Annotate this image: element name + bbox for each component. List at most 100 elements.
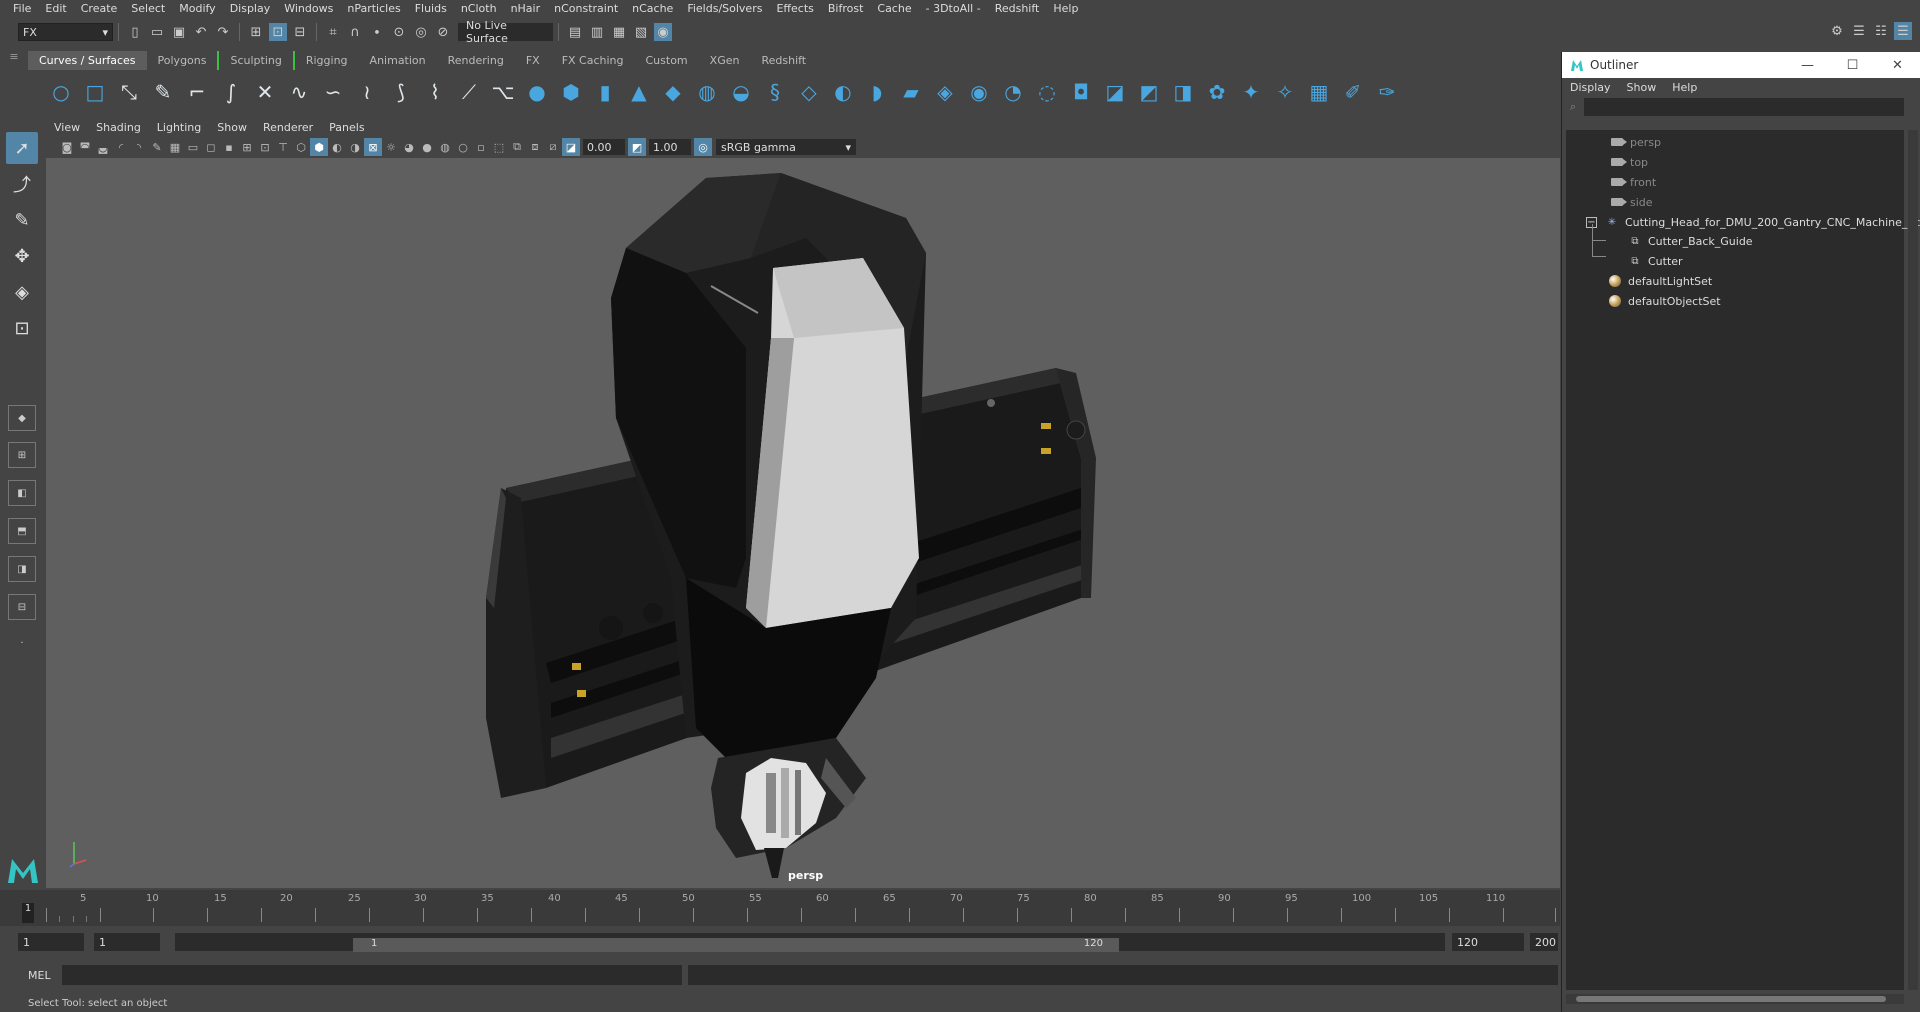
menu-fields-solvers[interactable]: Fields/Solvers [680, 2, 769, 15]
menu-3dtoall[interactable]: - 3DtoAll - [919, 2, 988, 15]
maximize-icon[interactable]: ☐ [1830, 58, 1875, 73]
snap-curve-icon[interactable]: ∩ [346, 23, 364, 41]
detach-curves-icon[interactable]: ∽ [316, 75, 350, 109]
pencil-curve-icon[interactable]: ✎ [146, 75, 180, 109]
channel-box-icon[interactable]: ☰ [1894, 22, 1912, 40]
menu-ncache[interactable]: nCache [625, 2, 680, 15]
gamma-field[interactable]: 1.00 [649, 139, 691, 155]
menu-nconstraint[interactable]: nConstraint [547, 2, 625, 15]
new-scene-icon[interactable]: ▯ [126, 23, 144, 41]
nurbs-cone-icon[interactable]: ▲ [622, 75, 656, 109]
tree-item-side[interactable]: side [1610, 192, 1653, 212]
shelf-tab-custom[interactable]: Custom [635, 51, 699, 70]
snap-view-icon[interactable]: ⊙ [390, 23, 408, 41]
birail-icon[interactable]: ◗ [860, 75, 894, 109]
backface-culling-icon[interactable]: ⧄ [544, 138, 562, 156]
bend-curve-icon[interactable]: ⟋ [452, 75, 486, 109]
select-camera-icon[interactable]: ◙ [58, 138, 76, 156]
paint-select-tool-icon[interactable]: ✎ [6, 204, 38, 236]
menu-bifrost[interactable]: Bifrost [821, 2, 871, 15]
gate-mask-icon[interactable]: ▪ [220, 138, 238, 156]
lasso-curve-icon[interactable]: ⌥ [486, 75, 520, 109]
curve-intersect-icon[interactable]: ✕ [248, 75, 282, 109]
shelf-tab-animation[interactable]: Animation [359, 51, 437, 70]
lasso-tool-icon[interactable]: ⤴ [6, 168, 38, 200]
hypershade-layout-icon[interactable]: ◨ [8, 556, 36, 582]
nurbs-cylinder-icon[interactable]: ▮ [588, 75, 622, 109]
anti-aliasing-icon[interactable]: ○ [454, 138, 472, 156]
loft-icon[interactable]: § [758, 75, 792, 109]
four-view-layout-icon[interactable]: ⊞ [8, 442, 36, 468]
save-scene-icon[interactable]: ▣ [170, 23, 188, 41]
insert-isoparm-icon[interactable]: ✦ [1234, 75, 1268, 109]
menu-nparticles[interactable]: nParticles [340, 2, 407, 15]
more-layouts-icon[interactable]: · [8, 630, 36, 656]
shelf-tab-fx[interactable]: FX [515, 51, 551, 70]
color-management-icon[interactable]: ◎ [694, 138, 712, 156]
xray-active-components-icon[interactable]: ⧈ [526, 138, 544, 156]
untrim-icon[interactable]: ◪ [1098, 75, 1132, 109]
shelf-tab-rigging[interactable]: Rigging [292, 51, 359, 70]
viewport-menu-renderer[interactable]: Renderer [255, 121, 321, 134]
field-chart-icon[interactable]: ⊞ [238, 138, 256, 156]
extend-surface-icon[interactable]: ✧ [1268, 75, 1302, 109]
camera-attributes-icon[interactable]: ◚ [76, 138, 94, 156]
redo-icon[interactable]: ↷ [214, 23, 232, 41]
textured-icon[interactable]: ◑ [346, 138, 364, 156]
2d-pan-zoom-icon[interactable]: ◝ [130, 138, 148, 156]
isolate-select-icon[interactable]: ⬚ [490, 138, 508, 156]
tree-item-default-light-set[interactable]: defaultLightSet [1608, 271, 1712, 291]
menu-ncloth[interactable]: nCloth [454, 2, 504, 15]
select-object-icon[interactable]: ⊡ [269, 23, 287, 41]
shelf-tab-sculpting[interactable]: Sculpting [217, 51, 292, 70]
all-lights-icon[interactable]: ☼ [382, 138, 400, 156]
shelf-menu-icon[interactable]: ≡ [0, 50, 28, 70]
live-surface-field[interactable]: No Live Surface [458, 19, 553, 45]
tree-item-persp[interactable]: persp [1610, 132, 1661, 152]
render-view-icon[interactable]: ▦ [610, 23, 628, 41]
trim-tool-icon[interactable]: ◘ [1064, 75, 1098, 109]
viewport-menu-panels[interactable]: Panels [321, 121, 372, 134]
tool-settings-icon[interactable]: ☷ [1872, 22, 1890, 40]
tree-item-cutter-back-guide[interactable]: ⧉ Cutter_Back_Guide [1628, 231, 1752, 251]
select-tool-icon[interactable]: ➚ [6, 132, 38, 164]
shelf-tab-rendering[interactable]: Rendering [437, 51, 515, 70]
hypershade-icon[interactable]: ◉ [654, 23, 672, 41]
exposure-icon[interactable]: ◪ [562, 138, 580, 156]
xray-joints-icon[interactable]: ⧉ [508, 138, 526, 156]
menu-windows[interactable]: Windows [277, 2, 340, 15]
menu-nhair[interactable]: nHair [504, 2, 548, 15]
default-material-icon[interactable]: ◐ [328, 138, 346, 156]
menu-fluids[interactable]: Fluids [408, 2, 454, 15]
snap-point-icon[interactable]: ∙ [368, 23, 386, 41]
minimize-icon[interactable]: — [1785, 58, 1830, 73]
rotate-tool-icon[interactable]: ◈ [6, 276, 38, 308]
snap-grid-icon[interactable]: ⌗ [324, 23, 342, 41]
menu-set-dropdown[interactable]: FX ▾ [18, 23, 113, 41]
nurbs-plane-icon[interactable]: ◆ [656, 75, 690, 109]
playback-end-field[interactable]: 120 [1452, 933, 1524, 951]
make-live-icon[interactable]: ⊘ [434, 23, 452, 41]
menu-file[interactable]: File [6, 2, 38, 15]
persp-uv-layout-icon[interactable]: ⊟ [8, 594, 36, 620]
shelf-tab-xgen[interactable]: XGen [699, 51, 751, 70]
grid-icon[interactable]: ▦ [166, 138, 184, 156]
surface-editing-icon[interactable]: ✑ [1370, 75, 1404, 109]
move-tool-icon[interactable]: ✥ [6, 240, 38, 272]
depth-of-field-icon[interactable]: ▫ [472, 138, 490, 156]
animation-start-field[interactable]: 1 [18, 933, 84, 951]
menu-cache[interactable]: Cache [870, 2, 918, 15]
rebuild-surface-icon[interactable]: ▦ [1302, 75, 1336, 109]
nurbs-torus-icon[interactable]: ◍ [690, 75, 724, 109]
script-language-toggle[interactable]: MEL [28, 969, 51, 982]
shadows-icon[interactable]: ◕ [400, 138, 418, 156]
bookmarks-icon[interactable]: ◛ [94, 138, 112, 156]
sculpt-geometry-icon[interactable]: ✐ [1336, 75, 1370, 109]
nurbs-square-icon[interactable]: □ [78, 75, 112, 109]
tree-item-root-group[interactable]: − ✳ Cutting_Head_for_DMU_200_Gantry_CNC_… [1586, 212, 1920, 232]
bezier-curve-icon[interactable]: ∫ [214, 75, 248, 109]
shelf-tab-curves-surfaces[interactable]: Curves / Surfaces [28, 51, 147, 70]
menu-help[interactable]: Help [1046, 2, 1085, 15]
project-curve-icon[interactable]: ◔ [996, 75, 1030, 109]
viewport-menu-shading[interactable]: Shading [88, 121, 149, 134]
